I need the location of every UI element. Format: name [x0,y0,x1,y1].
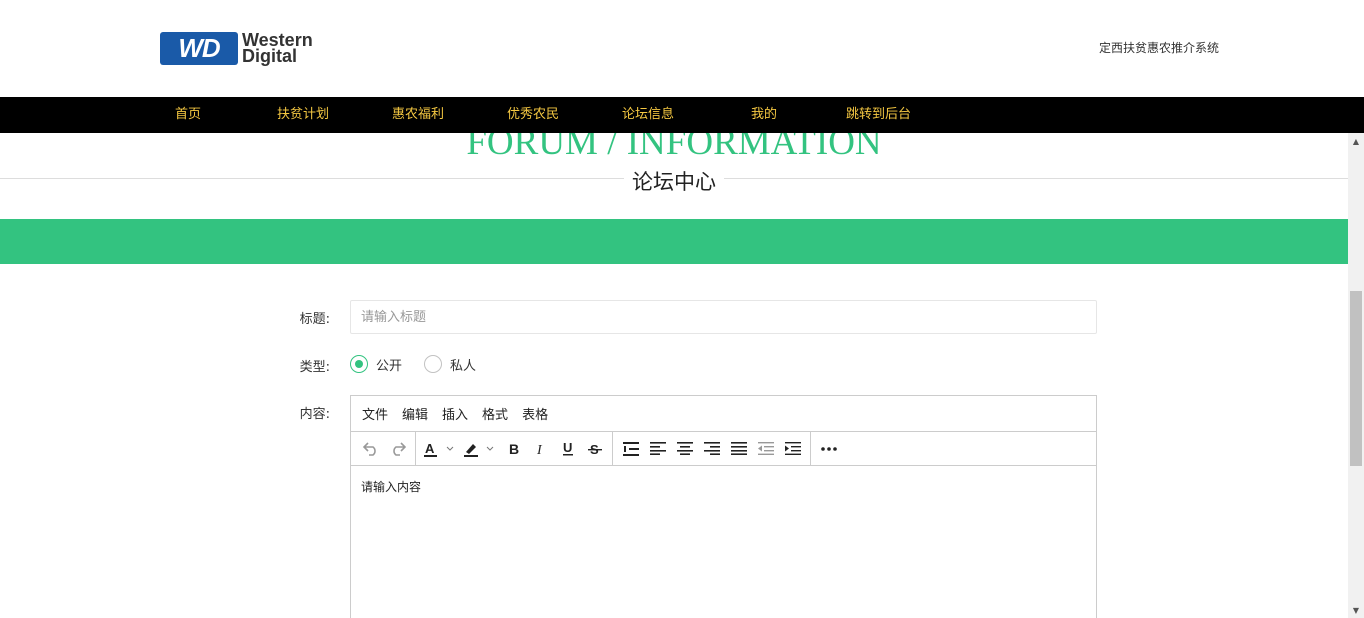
menu-format[interactable]: 格式 [475,404,515,423]
editor-toolbar: A B I U S [351,431,1096,466]
line-height-icon[interactable] [617,435,644,463]
svg-text:A: A [425,441,435,456]
section-title-cn: 论坛中心 [624,170,724,194]
align-center-icon[interactable] [671,435,698,463]
svg-text:B: B [509,442,519,456]
highlight-color-icon[interactable] [460,435,500,463]
more-icon[interactable] [815,435,842,463]
main-nav: 首页 扶贫计划 惠农福利 优秀农民 论坛信息 我的 跳转到后台 [0,97,1364,133]
menu-insert[interactable]: 插入 [435,404,475,423]
vertical-scrollbar[interactable]: ▲ ▼ [1348,133,1364,618]
text-color-icon[interactable]: A [420,435,460,463]
align-left-icon[interactable] [644,435,671,463]
western-digital-logo[interactable]: WD Western Digital [160,31,313,65]
menu-table[interactable]: 表格 [515,404,555,423]
scroll-up-icon[interactable]: ▲ [1348,133,1364,149]
editor-menubar: 文件 编辑 插入 格式 表格 [351,396,1096,432]
bold-icon[interactable]: B [500,435,527,463]
nav-item-home[interactable]: 首页 [175,97,201,133]
logo-badge-text: WD [178,32,220,63]
nav-item-mine[interactable]: 我的 [751,97,777,133]
redo-icon[interactable] [384,435,411,463]
align-right-icon[interactable] [698,435,725,463]
toolbar-history-group [353,431,416,466]
nav-item-excellent-farmers[interactable]: 优秀农民 [507,97,559,133]
strikethrough-icon[interactable]: S [581,435,608,463]
rich-text-editor: 文件 编辑 插入 格式 表格 A B I U 请输入内容 [350,395,1097,618]
logo-badge: WD [160,31,238,65]
type-radio-private[interactable]: 私人 [424,355,477,374]
underline-icon[interactable]: U [554,435,581,463]
toolbar-more-group [811,432,846,466]
scroll-down-icon[interactable]: ▼ [1348,602,1364,618]
align-justify-icon[interactable] [725,435,752,463]
nav-item-admin[interactable]: 跳转到后台 [846,97,911,133]
green-banner [0,219,1348,264]
logo-line2: Digital [242,46,298,66]
menu-file[interactable]: 文件 [355,404,395,423]
scrollbar-thumb[interactable] [1350,291,1362,466]
type-radio-public[interactable]: 公开 [350,355,403,374]
type-option-private: 私人 [450,358,477,374]
svg-text:U: U [563,441,572,455]
top-header: WD Western Digital 定西扶贫惠农推介系统 [0,0,1364,97]
section-title-cn-wrap: 论坛中心 [0,166,1348,196]
outdent-icon[interactable] [752,435,779,463]
italic-icon[interactable]: I [527,435,554,463]
title-label: 标题: [299,312,330,327]
type-label: 类型: [299,360,330,375]
nav-item-poverty-plan[interactable]: 扶贫计划 [277,97,329,133]
site-name: 定西扶贫惠农推介系统 [1099,41,1220,55]
content-label: 内容: [299,407,330,422]
toolbar-align-group [613,431,811,466]
indent-icon[interactable] [779,435,806,463]
editor-content[interactable]: 请输入内容 [351,466,1096,507]
content-area: FORUM / INFORMATION 论坛中心 标题: 类型: 公开 私人 内… [0,133,1348,618]
section-title-en: FORUM / INFORMATION [466,133,882,163]
logo-text: Western Digital [242,31,313,66]
radio-unchecked-icon[interactable] [424,355,442,373]
radio-checked-icon[interactable] [350,355,368,373]
svg-text:I: I [536,443,543,456]
undo-icon[interactable] [357,435,384,463]
title-input[interactable] [350,300,1097,334]
nav-item-forum[interactable]: 论坛信息 [622,97,674,133]
type-option-public: 公开 [376,358,403,374]
page: WD Western Digital 定西扶贫惠农推介系统 首页 扶贫计划 惠农… [0,0,1364,618]
menu-edit[interactable]: 编辑 [395,404,435,423]
nav-item-benefits[interactable]: 惠农福利 [392,97,444,133]
toolbar-format-group: A B I U S [416,431,613,466]
